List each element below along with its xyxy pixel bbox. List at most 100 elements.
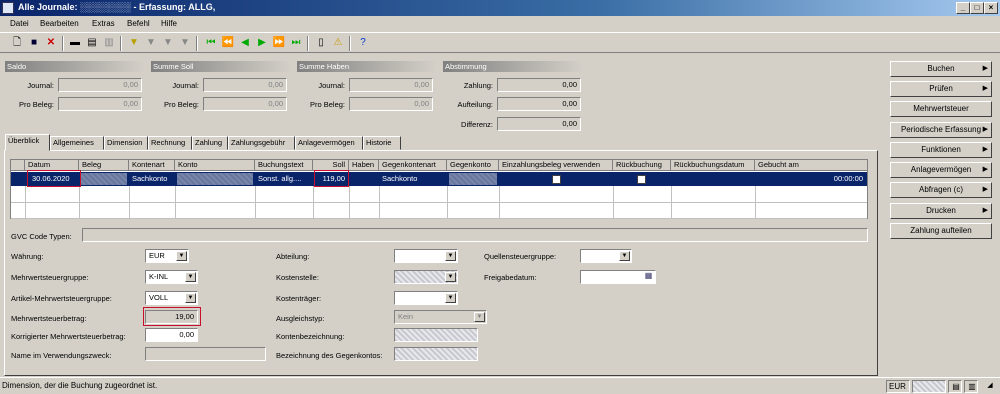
artmwst-select[interactable]: VOLL ▼ xyxy=(145,291,198,305)
pruefen-button[interactable]: Prüfen ▶ xyxy=(890,81,992,97)
column-header-rueckbuchungsdatum[interactable]: Rückbuchungsdatum xyxy=(671,160,755,171)
column-header-gebucht-am[interactable]: Gebucht am xyxy=(755,160,867,171)
abteilung-select[interactable]: ▼ xyxy=(394,249,458,263)
status-bar: Dimension, der die Buchung zugeordnet is… xyxy=(0,377,1000,394)
chevron-down-icon[interactable]: ▼ xyxy=(445,251,456,261)
highlight-datum xyxy=(27,170,81,187)
column-header-haben[interactable]: Haben xyxy=(349,160,379,171)
column-header-buchungstext[interactable]: Buchungstext xyxy=(255,160,313,171)
tab-allgemeines[interactable]: Allgemeines xyxy=(50,136,104,150)
filter-icon[interactable]: ▼ xyxy=(127,36,141,50)
menu-datei[interactable]: Datei xyxy=(10,19,29,28)
soll-group-header: Summe Soll xyxy=(151,61,291,72)
next-page-icon[interactable]: ⏩ xyxy=(272,36,286,50)
chevron-down-icon[interactable]: ▼ xyxy=(176,251,187,261)
previous-record-icon[interactable]: ◀ xyxy=(238,36,252,50)
new-icon[interactable]: 🗋 xyxy=(10,36,24,50)
delete-icon[interactable]: ✕ xyxy=(44,36,58,50)
remove-filter-icon[interactable]: ▼ xyxy=(178,36,192,50)
column-header-gegenkonto[interactable]: Gegenkonto xyxy=(447,160,499,171)
tab-anlagevermoegen[interactable]: Anlagevermögen xyxy=(295,136,363,150)
funktionen-button[interactable]: Funktionen ▶ xyxy=(890,142,992,158)
chevron-down-icon[interactable]: ▼ xyxy=(185,272,196,282)
column-header-konto[interactable]: Konto xyxy=(175,160,255,171)
next-record-icon[interactable]: ▶ xyxy=(255,36,269,50)
last-record-icon[interactable]: ⏭ xyxy=(289,36,303,50)
first-record-icon[interactable]: ⏮ xyxy=(204,36,218,50)
rueckbuchung-checkbox[interactable] xyxy=(637,175,646,184)
minimize-button[interactable]: _ xyxy=(956,2,970,14)
column-header-beleg[interactable]: Beleg xyxy=(79,160,129,171)
chevron-down-icon[interactable]: ▼ xyxy=(445,272,456,282)
kontenbez-field xyxy=(394,328,478,342)
column-header-gegenkontenart[interactable]: Gegenkontenart xyxy=(379,160,447,171)
cell-gebucht-am[interactable]: 00:00:00 xyxy=(755,172,867,186)
periodische-erfassung-button[interactable]: Periodische Erfassung ▶ xyxy=(890,122,992,138)
status-db-icon: ▤ xyxy=(948,380,962,393)
document-icon[interactable]: ▯ xyxy=(314,36,328,50)
mwstgruppe-select[interactable]: K-INL ▼ xyxy=(145,270,198,284)
column-divider xyxy=(349,186,350,219)
filter-selection-icon[interactable]: ▼ xyxy=(144,36,158,50)
chevron-down-icon[interactable]: ▼ xyxy=(185,293,196,303)
mehrwertsteuer-button[interactable]: Mehrwertsteuer xyxy=(890,101,992,117)
anlagevermoegen-button[interactable]: Anlagevermögen ▶ xyxy=(890,162,992,178)
column-header-kontenart[interactable]: Kontenart xyxy=(129,160,175,171)
save-icon[interactable]: ■ xyxy=(27,36,41,50)
abfragen-button[interactable]: Abfragen (c) ▶ xyxy=(890,182,992,198)
menu-befehl[interactable]: Befehl xyxy=(127,19,150,28)
artmwst-label: Artikel-Mehrwertsteuergruppe: xyxy=(11,294,112,303)
print-preview-icon[interactable]: ▤ xyxy=(85,36,99,50)
menu-extras[interactable]: Extras xyxy=(92,19,115,28)
einzahlungsbeleg-checkbox[interactable] xyxy=(552,175,561,184)
tab-rechnung[interactable]: Rechnung xyxy=(148,136,192,150)
cell-kontenart[interactable]: Sachkonto xyxy=(129,172,175,186)
tab-zahlung[interactable]: Zahlung xyxy=(192,136,228,150)
filter-advanced-icon[interactable]: ▼ xyxy=(161,36,175,50)
cell-gegenkontenart[interactable]: Sachkonto xyxy=(379,172,447,186)
print-icon[interactable]: ▬ xyxy=(68,36,82,50)
column-divider xyxy=(175,186,176,219)
korr-field[interactable]: 0,00 xyxy=(145,328,198,342)
column-header-einzahlungsbeleg[interactable]: Einzahlungsbeleg verwenden xyxy=(499,160,613,171)
kostentraeger-select[interactable]: ▼ xyxy=(394,291,458,305)
saldo-journal-field: 0,00 xyxy=(58,78,142,92)
column-header-rueckbuchung[interactable]: Rückbuchung xyxy=(613,160,671,171)
alert-icon[interactable]: ⚠ xyxy=(331,36,345,50)
app-icon xyxy=(2,2,14,14)
zahlung-aufteilen-label: Zahlung aufteilen xyxy=(910,226,972,235)
export-icon[interactable]: ▥ xyxy=(102,36,116,50)
zahlung-field: 0,00 xyxy=(497,78,581,92)
quellen-select[interactable]: ▼ xyxy=(580,249,632,263)
status-text: Dimension, der die Buchung zugeordnet is… xyxy=(2,381,158,390)
drucken-button[interactable]: Drucken ▶ xyxy=(890,203,992,219)
chevron-down-icon[interactable]: ▼ xyxy=(474,312,485,322)
tab-historie[interactable]: Historie xyxy=(363,136,401,150)
tab-ueberblick[interactable]: Überblick xyxy=(5,134,50,151)
tab-dimension[interactable]: Dimension xyxy=(104,136,148,150)
previous-page-icon[interactable]: ⏪ xyxy=(221,36,235,50)
ausgleich-select[interactable]: Kein ▼ xyxy=(394,310,487,324)
kostenstelle-select[interactable]: ▼ xyxy=(394,270,458,284)
zahlung-aufteilen-button[interactable]: Zahlung aufteilen xyxy=(890,223,992,239)
resize-grip-icon[interactable]: ◢ xyxy=(980,380,998,393)
help-icon[interactable]: ? xyxy=(356,36,370,50)
chevron-down-icon[interactable]: ▼ xyxy=(619,251,630,261)
waehrung-select[interactable]: EUR ▼ xyxy=(145,249,189,263)
journal-lines-grid[interactable]: Datum Beleg Kontenart Konto Buchungstext… xyxy=(10,159,868,219)
buchen-button[interactable]: Buchen ▶ xyxy=(890,61,992,77)
close-button[interactable]: × xyxy=(984,2,998,14)
menu-bearbeiten[interactable]: Bearbeiten xyxy=(40,19,79,28)
column-divider xyxy=(129,186,130,219)
freigabe-field[interactable]: ▦ xyxy=(580,270,656,284)
quellen-label: Quellensteuergruppe: xyxy=(484,252,557,261)
status-currency: EUR xyxy=(886,380,910,393)
tab-zahlungsgebuehr[interactable]: Zahlungsgebühr xyxy=(228,136,295,150)
calendar-icon[interactable]: ▦ xyxy=(643,272,654,282)
chevron-down-icon[interactable]: ▼ xyxy=(445,293,456,303)
maximize-button[interactable]: □ xyxy=(970,2,984,14)
artmwst-value: VOLL xyxy=(149,293,169,302)
column-divider xyxy=(499,186,500,219)
cell-buchungstext[interactable]: Sonst. allg.... xyxy=(255,172,313,186)
menu-hilfe[interactable]: Hilfe xyxy=(161,19,177,28)
